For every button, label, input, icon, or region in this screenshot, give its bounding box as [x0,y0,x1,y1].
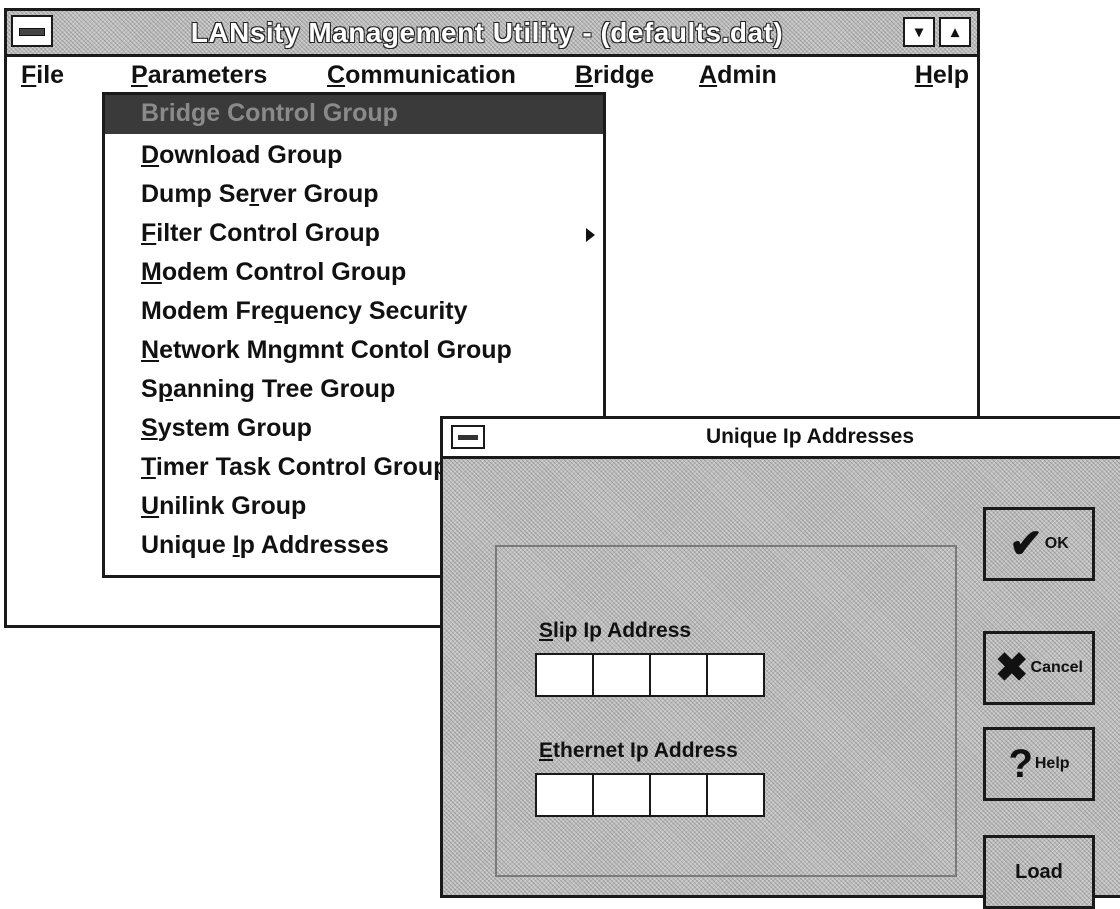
question-mark-icon: ? [1008,742,1033,786]
slip-octet-4-input[interactable] [706,653,765,697]
ethernet-octet-3-input[interactable] [649,773,708,817]
menu-bar: File Parameters Communication Bridge Adm… [7,57,977,97]
menu-item-bridge-control-group[interactable]: Bridge Control Group [105,95,603,134]
menu-item-filter-control-group[interactable]: Filter Control Group [105,215,603,254]
slip-ip-label: Slip Ip Address [539,619,692,642]
menu-item-network-mngmnt-control-group[interactable]: Network Mngmnt Contol Group [105,332,603,371]
menu-item-download-group[interactable]: Download Group [105,137,603,176]
menu-item-dump-server-group[interactable]: Dump Server Group [105,176,603,215]
ethernet-octet-1-input[interactable] [535,773,594,817]
ethernet-octet-2-input[interactable] [592,773,651,817]
ethernet-ip-label: Ethernet Ip Address [539,739,738,762]
dialog-system-menu-icon[interactable] [451,425,485,449]
ok-button[interactable]: ✔ OK [983,507,1095,581]
dialog-body: Slip Ip Address Ethernet Ip Address ✔ OK… [443,459,1120,909]
dialog-title: Unique Ip Addresses [705,425,915,448]
menu-item-modem-control-group[interactable]: Modem Control Group [105,254,603,293]
system-menu-icon[interactable] [11,15,53,47]
menu-admin[interactable]: Admin [699,61,777,90]
unique-ip-addresses-dialog: Unique Ip Addresses Slip Ip Address Ethe… [440,416,1120,909]
slip-octet-1-input[interactable] [535,653,594,697]
menu-file[interactable]: File [21,61,64,90]
cancel-button[interactable]: ✖ Cancel [983,631,1095,705]
load-button-label: Load [1015,860,1063,883]
menu-item-spanning-tree-group[interactable]: Spanning Tree Group [105,371,603,410]
menu-item-modem-frequency-security[interactable]: Modem Frequency Security [105,293,603,332]
address-group-box [495,545,957,877]
ethernet-ip-address-field [535,773,765,817]
menu-bridge[interactable]: Bridge [575,61,654,90]
menu-help[interactable]: Help [915,61,969,90]
minimize-button[interactable]: ▾ [903,17,935,47]
dialog-title-bar[interactable]: Unique Ip Addresses [443,419,1120,459]
slip-octet-3-input[interactable] [649,653,708,697]
ok-button-label: OK [1044,535,1069,552]
help-button[interactable]: ? Help [983,727,1095,801]
slip-ip-address-field [535,653,765,697]
maximize-button[interactable]: ▴ [939,17,971,47]
slip-octet-2-input[interactable] [592,653,651,697]
title-bar[interactable]: LANsity Management Utility - (defaults.d… [7,11,977,57]
ethernet-octet-4-input[interactable] [706,773,765,817]
menu-parameters[interactable]: Parameters [131,61,267,90]
load-button[interactable]: Load [983,835,1095,909]
cross-icon: ✖ [995,646,1029,690]
checkmark-icon: ✔ [1009,522,1043,566]
cancel-button-label: Cancel [1030,659,1083,676]
submenu-arrow-icon [586,228,595,242]
help-button-label: Help [1034,755,1070,772]
window-title: LANsity Management Utility - (defaults.d… [190,17,784,48]
menu-communication[interactable]: Communication [327,61,516,90]
